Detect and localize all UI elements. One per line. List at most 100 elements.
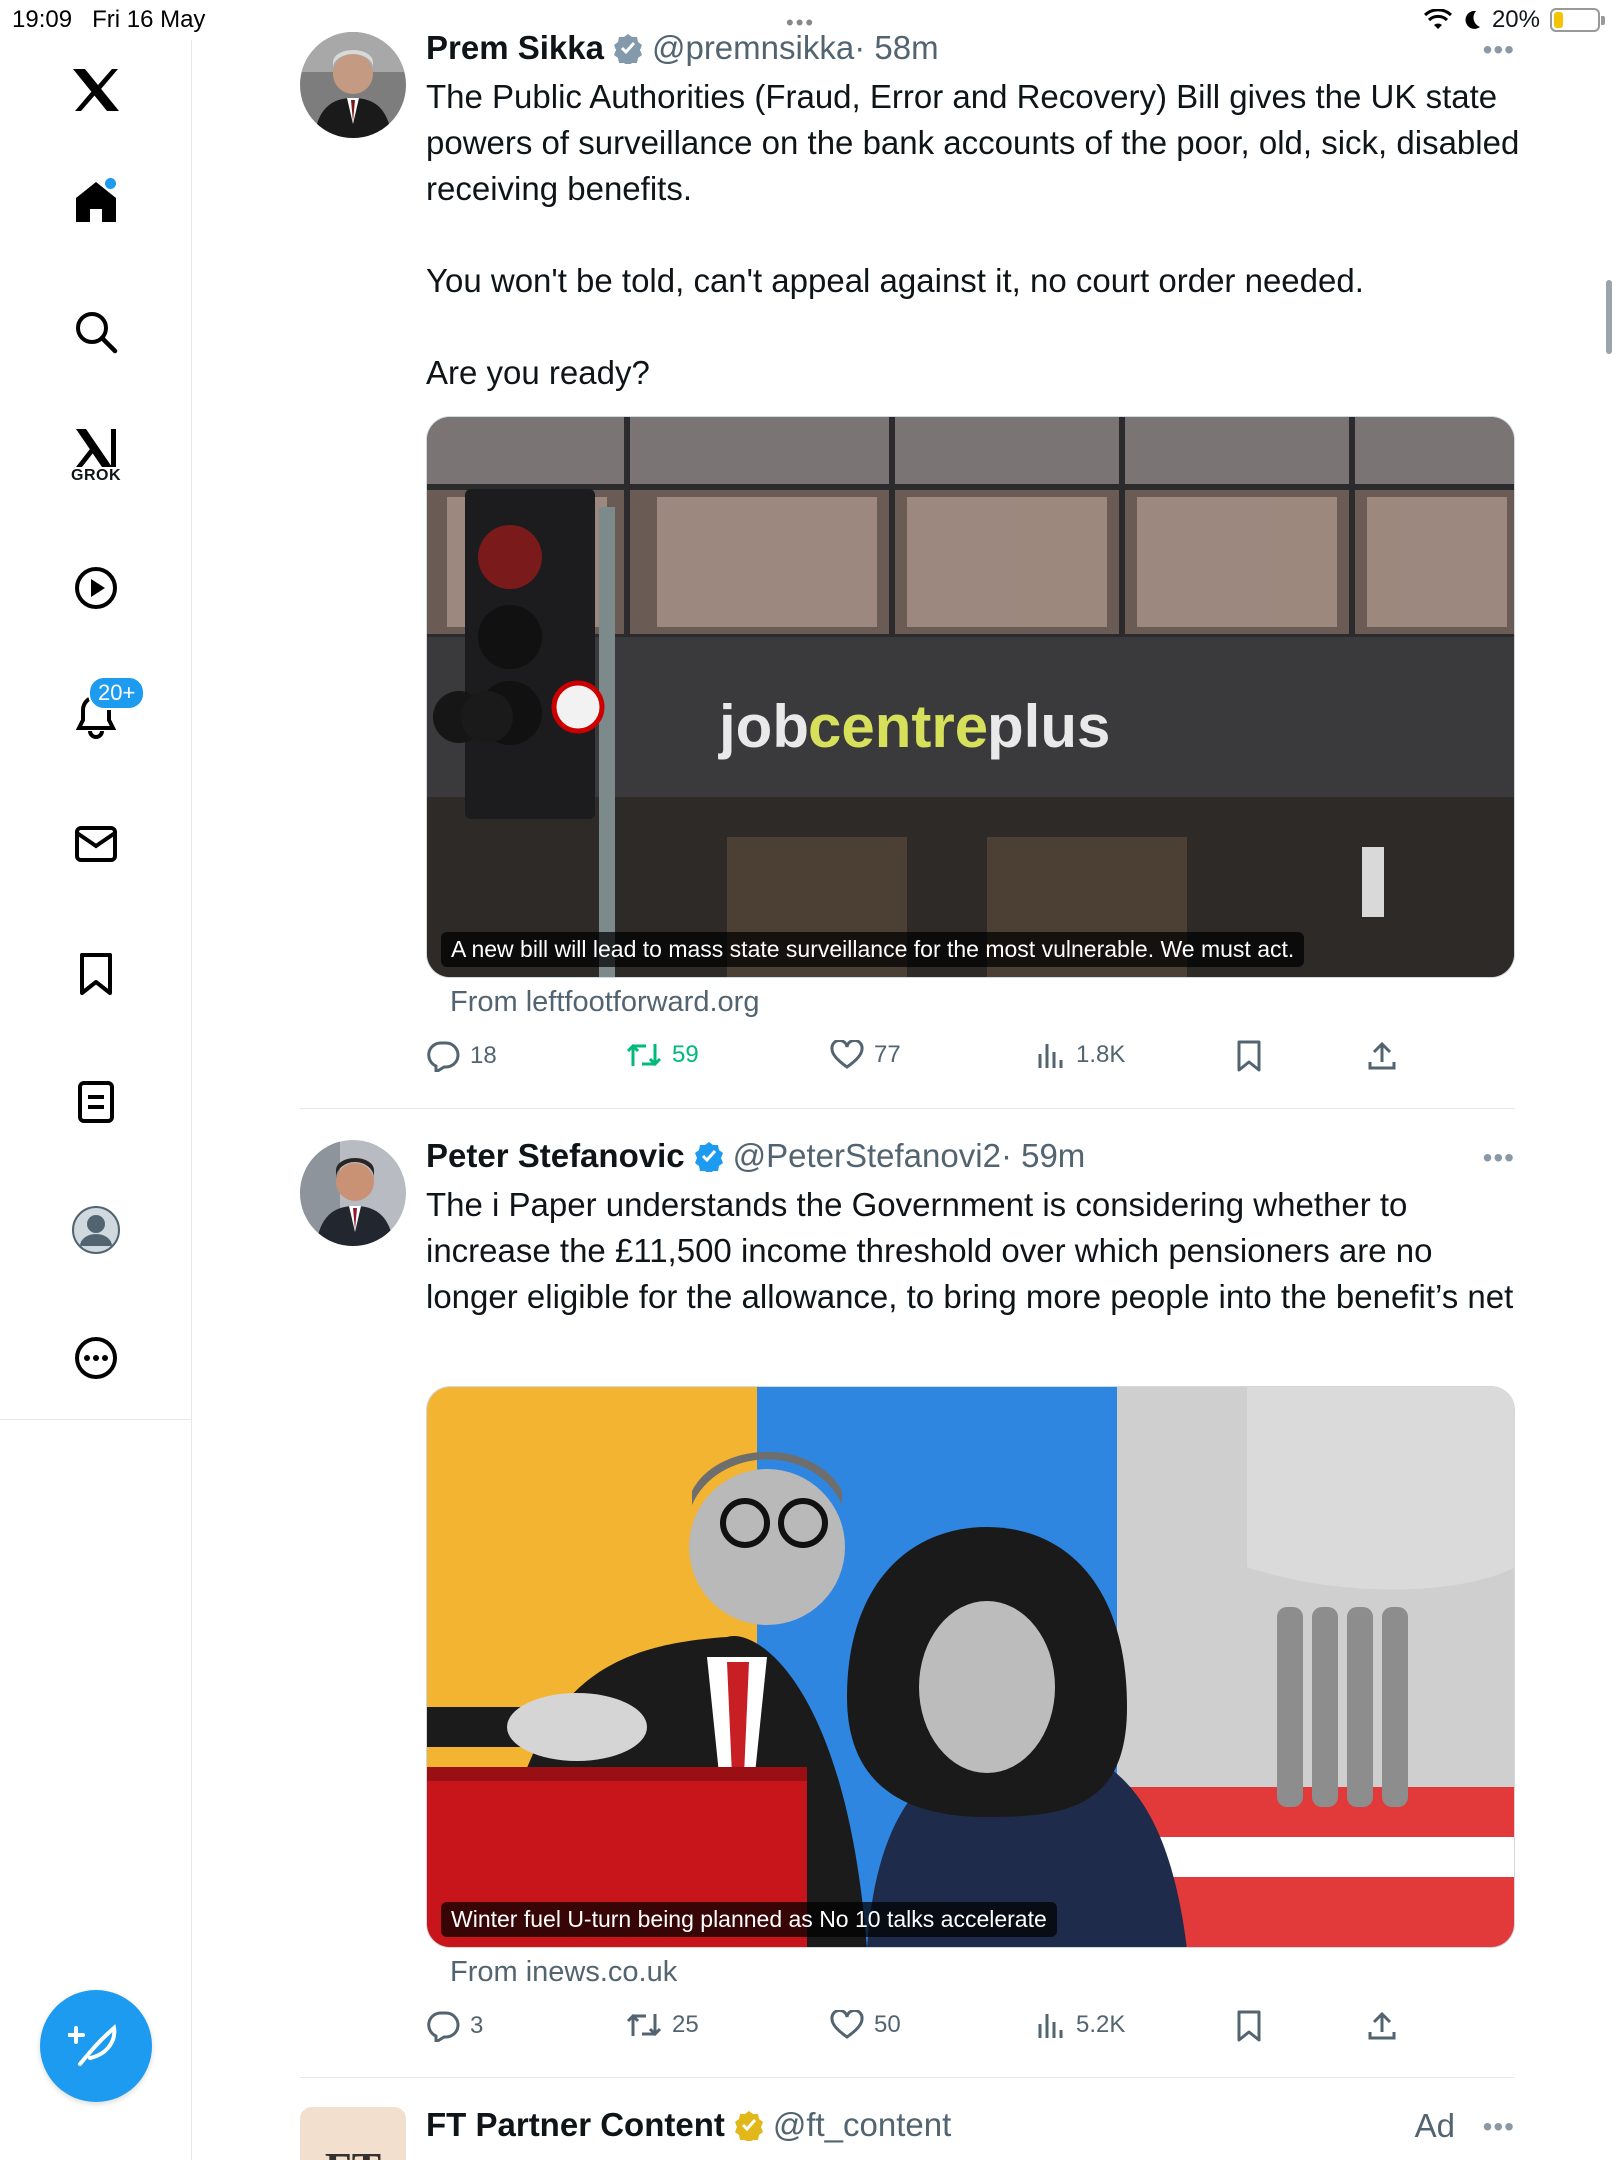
tweet-actions: 18 59 77 1.8K	[426, 1040, 1515, 1084]
tweet-text: The Public Authorities (Fraud, Error and…	[426, 78, 1520, 391]
tweet-header: Prem Sikka @premnsikka · 58m	[426, 26, 939, 70]
retweet-count: 25	[672, 2011, 699, 2038]
sidebar-nav: GROK 20+	[0, 40, 192, 1420]
wifi-icon	[1423, 9, 1452, 29]
jobcentre-photo: job centre plus	[427, 417, 1514, 977]
verified-badge-icon	[694, 1142, 723, 1172]
notifications-badge: 20+	[88, 676, 146, 710]
play-circle-icon	[75, 567, 117, 609]
sidebar-item-messages[interactable]	[56, 804, 136, 884]
sidebar-item-profile[interactable]	[56, 1190, 136, 1270]
heart-icon	[830, 1040, 864, 1069]
sidebar-item-notifications[interactable]: 20+	[56, 676, 146, 756]
image-caption: Winter fuel U-turn being planned as No 1…	[441, 1902, 1057, 1937]
avatar[interactable]	[300, 1140, 406, 1246]
avatar[interactable]: FT	[300, 2107, 406, 2160]
share-button[interactable]	[1366, 1040, 1398, 1072]
share-icon	[1368, 1041, 1396, 1070]
promoted-tweet-card[interactable]: FT FT Partner Content @ft_content Ad •••	[300, 2077, 1515, 2160]
list-icon	[78, 1081, 114, 1123]
author-name[interactable]: Peter Stefanovic	[426, 1137, 685, 1175]
tweet-text: The i Paper understands the Government i…	[426, 1186, 1514, 1315]
battery-icon	[1550, 8, 1605, 32]
views-chart-icon	[1038, 1044, 1063, 1068]
sidebar-item-more[interactable]	[56, 1318, 136, 1398]
retweet-icon	[626, 1043, 662, 1067]
author-name[interactable]: FT Partner Content	[426, 2106, 725, 2144]
tweet-header: Peter Stefanovic @PeterStefanovi2 · 59m	[426, 1134, 1085, 1178]
source-link[interactable]: From inews.co.uk	[450, 1956, 677, 1989]
retweet-button[interactable]: 25	[626, 2010, 699, 2040]
compose-post-button[interactable]	[40, 1990, 152, 2102]
like-button[interactable]: 77	[830, 1040, 901, 1070]
more-options-icon[interactable]: •••	[1483, 1142, 1515, 1174]
winter-fuel-illustration	[427, 1387, 1514, 1947]
mail-icon	[75, 826, 117, 862]
bookmark-button[interactable]	[1236, 1040, 1262, 1072]
more-options-icon[interactable]: •••	[1483, 2111, 1515, 2143]
like-count: 50	[874, 2011, 901, 2038]
sidebar-item-grok[interactable]: GROK	[56, 416, 136, 496]
heart-icon	[830, 2010, 864, 2039]
share-button[interactable]	[1366, 2010, 1398, 2042]
sidebar-item-video[interactable]	[56, 548, 136, 628]
battery-percentage: 20%	[1491, 6, 1540, 33]
bookmark-icon	[1237, 2010, 1261, 2042]
post-time[interactable]: · 58m	[854, 29, 938, 67]
home-new-indicator	[105, 178, 116, 189]
status-indicators: 20%	[1423, 6, 1605, 34]
bookmark-button[interactable]	[1236, 2010, 1262, 2042]
retweet-count: 59	[672, 1041, 699, 1068]
sidebar-item-home[interactable]	[56, 162, 136, 242]
x-logo-icon[interactable]	[56, 50, 136, 130]
view-count: 5.2K	[1076, 2011, 1126, 2038]
more-circle-icon	[75, 1337, 117, 1379]
grok-label: GROK	[71, 467, 121, 484]
verified-gold-badge-icon	[734, 2111, 763, 2141]
source-link[interactable]: From leftfootforward.org	[450, 986, 759, 1019]
bookmark-icon	[1237, 1040, 1261, 1072]
author-handle[interactable]: @premnsikka	[652, 29, 854, 67]
reply-count: 18	[470, 1042, 497, 1069]
svg-text:centre: centre	[808, 693, 988, 760]
view-count: 1.8K	[1076, 1041, 1126, 1068]
like-button[interactable]: 50	[830, 2010, 901, 2040]
status-time-date: 19:09 Fri 16 May	[12, 6, 206, 33]
reply-icon	[427, 1041, 460, 1072]
retweet-icon	[626, 2013, 662, 2037]
feather-plus-icon	[68, 2024, 117, 2066]
bookmark-icon	[80, 953, 112, 995]
ad-label: Ad	[1414, 2107, 1455, 2144]
moon-icon	[1465, 10, 1480, 29]
verified-badge-icon	[613, 34, 642, 64]
profile-avatar-icon	[72, 1206, 120, 1254]
sidebar-item-lists[interactable]	[56, 1062, 136, 1142]
reply-count: 3	[470, 2012, 484, 2039]
sidebar-item-explore[interactable]	[56, 292, 136, 372]
link-card-image[interactable]: Winter fuel U-turn being planned as No 1…	[426, 1386, 1515, 1948]
more-options-icon[interactable]: •••	[1483, 34, 1515, 66]
tweet-header: FT Partner Content @ft_content	[426, 2103, 951, 2147]
like-count: 77	[874, 1041, 901, 1068]
ft-logo-text: FT	[325, 2143, 381, 2160]
reply-button[interactable]: 3	[426, 2010, 483, 2042]
author-handle[interactable]: @PeterStefanovi2	[733, 1137, 1001, 1175]
reply-button[interactable]: 18	[426, 1040, 497, 1072]
sidebar-item-bookmarks[interactable]	[56, 934, 136, 1014]
share-icon	[1368, 2011, 1396, 2040]
svg-text:plus: plus	[987, 693, 1110, 760]
views-button[interactable]: 1.8K	[1036, 1040, 1125, 1070]
post-time[interactable]: · 59m	[1001, 1137, 1085, 1175]
tweet-actions: 3 25 50 5.2K	[426, 2010, 1515, 2054]
author-name[interactable]: Prem Sikka	[426, 29, 604, 67]
search-icon	[76, 312, 118, 354]
svg-text:job: job	[718, 693, 809, 760]
scrollbar-thumb[interactable]	[1606, 280, 1612, 354]
views-chart-icon	[1038, 2014, 1063, 2038]
author-handle[interactable]: @ft_content	[773, 2106, 951, 2144]
retweet-button[interactable]: 59	[626, 1040, 699, 1070]
avatar[interactable]	[300, 32, 406, 138]
views-button[interactable]: 5.2K	[1036, 2010, 1125, 2040]
reply-icon	[427, 2011, 460, 2042]
link-card-image[interactable]: job centre plus A new bill will lead to …	[426, 416, 1515, 978]
